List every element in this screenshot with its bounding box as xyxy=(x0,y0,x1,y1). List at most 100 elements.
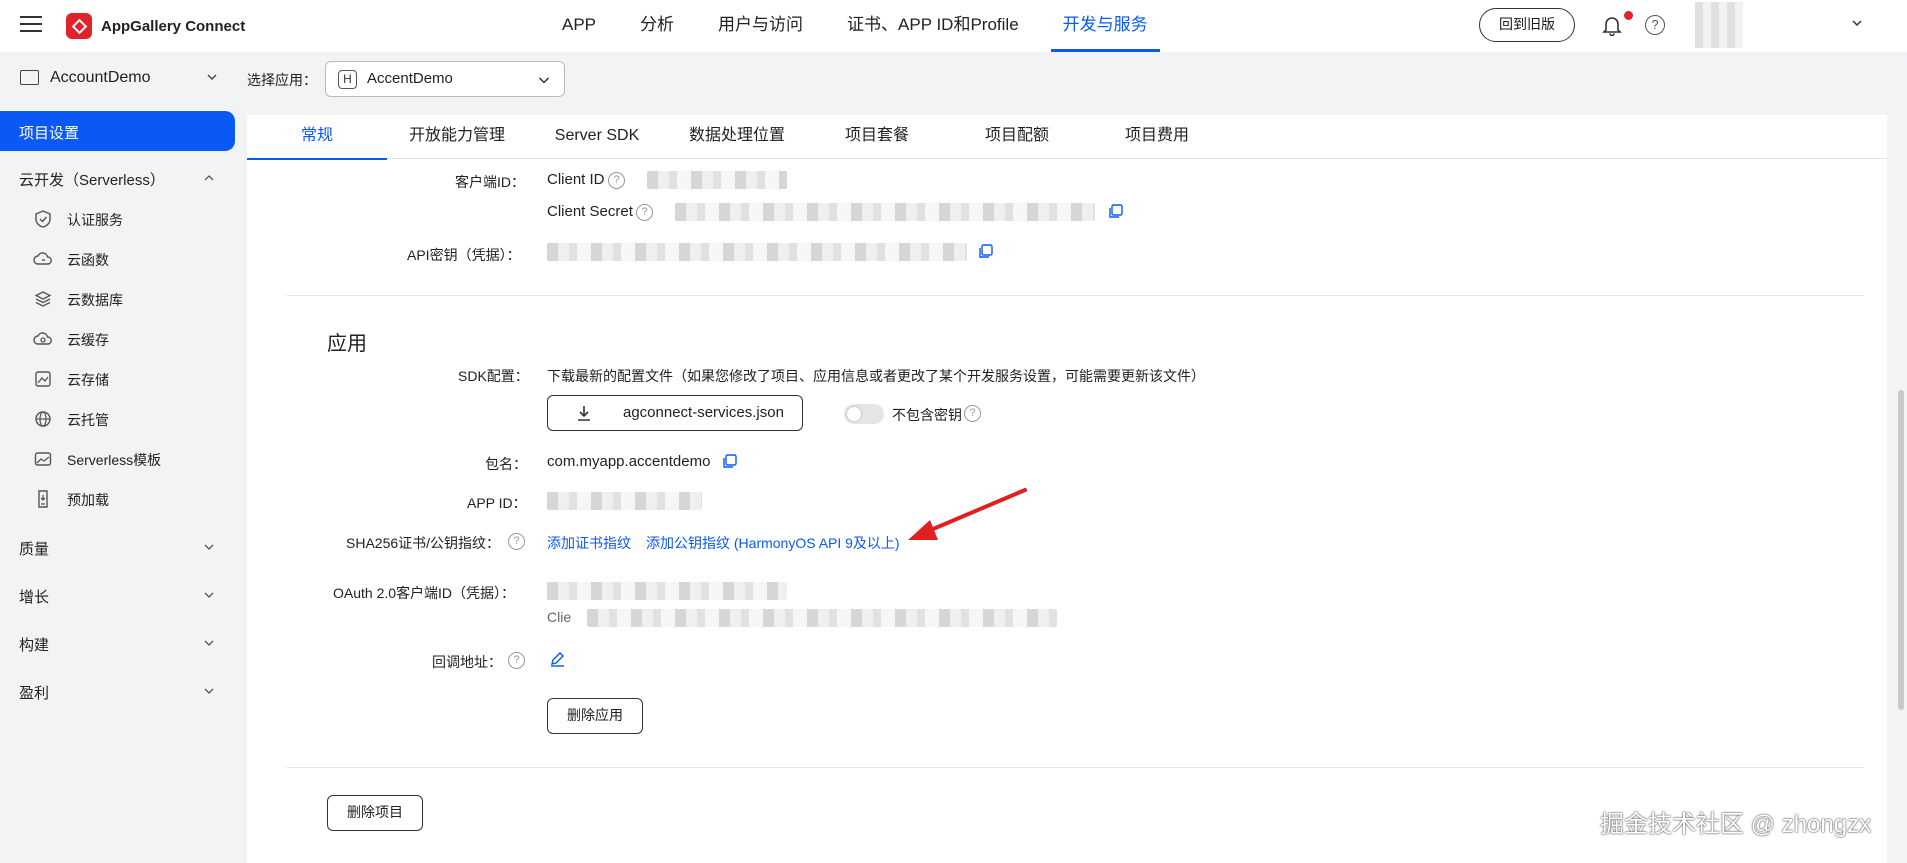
chevron-down-icon xyxy=(204,688,214,694)
harmony-app-icon: H xyxy=(338,70,357,89)
bell-icon[interactable] xyxy=(1601,14,1623,36)
sidebar-item-serverless-template[interactable]: Serverless模板 xyxy=(0,438,235,478)
oauth-client-id-label: OAuth 2.0客户端ID（凭据）： xyxy=(333,585,516,601)
add-cert-fingerprint-link[interactable]: 添加证书指纹 xyxy=(547,533,631,553)
download-config-button[interactable]: agconnect-services.json xyxy=(547,395,803,431)
sidebar-item-label: 云函数 xyxy=(67,252,109,268)
back-to-old-version-button[interactable]: 回到旧版 xyxy=(1479,8,1575,42)
chevron-down-icon xyxy=(207,74,217,80)
help-icon[interactable]: ? xyxy=(1645,15,1665,35)
project-selector[interactable]: AccountDemo xyxy=(0,52,235,104)
sidebar-group-serverless[interactable]: 云开发（Serverless） xyxy=(0,158,235,198)
cloud-function-icon xyxy=(33,252,52,265)
scrollbar[interactable] xyxy=(1898,390,1904,710)
sidebar-item-cloud-hosting[interactable]: 云托管 xyxy=(0,398,235,438)
chevron-down-icon xyxy=(204,640,214,646)
sidebar-group-quality[interactable]: 质量 xyxy=(0,527,235,567)
app-section-title: 应用 xyxy=(327,333,367,355)
sidebar-item-project-settings[interactable]: 项目设置 xyxy=(0,111,235,151)
copy-icon[interactable] xyxy=(721,453,738,470)
sidebar-group-label: 质量 xyxy=(19,541,50,558)
sidebar-item-label: Serverless模板 xyxy=(67,452,162,468)
shield-check-icon xyxy=(35,210,51,228)
help-icon[interactable]: ? xyxy=(636,204,653,221)
nav-dev-services[interactable]: 开发与服务 xyxy=(1041,0,1170,52)
tab-general[interactable]: 常规 xyxy=(247,115,387,160)
sidebar-item-auth[interactable]: 认证服务 xyxy=(0,198,235,238)
tab-quota[interactable]: 项目配额 xyxy=(947,115,1087,159)
app-id-value xyxy=(547,492,702,510)
sdk-config-description: 下载最新的配置文件（如果您修改了项目、应用信息或者更改了某个开发服务设置，可能需… xyxy=(547,368,1205,384)
sidebar-item-cloud-storage[interactable]: 云存储 xyxy=(0,358,235,398)
top-bar: AppGallery Connect APP 分析 用户与访问 证书、APP I… xyxy=(0,0,1907,52)
brand[interactable]: AppGallery Connect xyxy=(66,13,245,39)
menu-icon[interactable] xyxy=(20,16,42,34)
sidebar-item-preload[interactable]: 预加载 xyxy=(0,478,235,518)
sidebar-item-cloud-functions[interactable]: 云函数 xyxy=(0,238,235,278)
oauth-client-secret-value xyxy=(587,609,1057,627)
chevron-up-icon xyxy=(204,175,214,181)
delete-project-button[interactable]: 删除项目 xyxy=(327,795,423,831)
storage-icon xyxy=(35,371,51,387)
nav-users-access[interactable]: 用户与访问 xyxy=(696,0,825,52)
help-icon[interactable]: ? xyxy=(608,172,625,189)
edit-icon[interactable] xyxy=(549,650,566,667)
copy-icon[interactable] xyxy=(977,243,994,260)
api-key-value xyxy=(547,243,967,261)
nav-app[interactable]: APP xyxy=(540,0,618,52)
tab-plan[interactable]: 项目套餐 xyxy=(807,115,947,159)
preload-icon xyxy=(38,490,48,508)
tab-capabilities[interactable]: 开放能力管理 xyxy=(387,115,527,159)
delete-app-button[interactable]: 删除应用 xyxy=(547,698,643,734)
watermark: 掘金技术社区 @ zhongzx xyxy=(1600,811,1872,838)
top-nav: APP 分析 用户与访问 证书、APP ID和Profile 开发与服务 xyxy=(540,0,1170,52)
help-icon[interactable]: ? xyxy=(964,405,981,422)
oauth-client-id-value xyxy=(547,582,787,600)
exclude-key-toggle[interactable] xyxy=(844,404,884,424)
project-name: AccountDemo xyxy=(50,69,151,86)
chevron-down-icon xyxy=(204,592,214,598)
sidebar-group-monetize[interactable]: 盈利 xyxy=(0,671,235,711)
divider xyxy=(287,295,1864,296)
sidebar-group-build[interactable]: 构建 xyxy=(0,623,235,663)
avatar[interactable] xyxy=(1695,2,1743,48)
chevron-down-icon xyxy=(538,77,550,84)
chevron-down-icon[interactable] xyxy=(1851,17,1863,29)
copy-icon[interactable] xyxy=(1107,203,1124,220)
select-app-label: 选择应用： xyxy=(247,72,317,88)
add-pubkey-fingerprint-link[interactable]: 添加公钥指纹 (HarmonyOS API 9及以上) xyxy=(646,533,900,553)
sdk-config-label: SDK配置： xyxy=(458,368,529,384)
tab-server-sdk[interactable]: Server SDK xyxy=(527,115,667,159)
globe-icon xyxy=(35,411,51,427)
sidebar-item-label: 认证服务 xyxy=(67,212,123,228)
help-icon[interactable]: ? xyxy=(508,652,525,669)
folder-icon xyxy=(20,70,39,85)
app-select-value: AccentDemo xyxy=(367,70,453,87)
callback-address-label: 回调地址： xyxy=(432,654,502,670)
client-id-key: Client ID xyxy=(547,171,605,188)
nav-analytics[interactable]: 分析 xyxy=(618,0,696,52)
tab-data-location[interactable]: 数据处理位置 xyxy=(667,115,807,159)
help-icon[interactable]: ? xyxy=(508,533,525,550)
sidebar-item-label: 预加载 xyxy=(67,492,109,508)
nav-certificates[interactable]: 证书、APP ID和Profile xyxy=(825,0,1041,52)
divider xyxy=(287,767,1864,768)
api-key-label: API密钥（凭据）： xyxy=(407,247,521,263)
app-select[interactable]: H AccentDemo xyxy=(325,61,565,97)
exclude-key-label: 不包含密钥 xyxy=(892,407,962,423)
client-id-value xyxy=(647,171,787,189)
sidebar-item-label: 云存储 xyxy=(67,372,109,388)
tab-fees[interactable]: 项目费用 xyxy=(1087,115,1227,159)
database-icon xyxy=(34,291,52,307)
tab-bar: 常规 开放能力管理 Server SDK 数据处理位置 项目套餐 项目配额 项目… xyxy=(247,115,1887,160)
client-secret-value xyxy=(675,203,1095,221)
sidebar-item-label: 云托管 xyxy=(67,412,109,428)
sidebar-group-growth[interactable]: 增长 xyxy=(0,575,235,615)
sidebar-item-label: 云数据库 xyxy=(67,292,123,308)
sidebar-item-label: 项目设置 xyxy=(19,125,80,142)
sidebar-group-label: 增长 xyxy=(19,589,50,606)
sidebar-item-cloud-cache[interactable]: 云缓存 xyxy=(0,318,235,358)
main-content: 常规 开放能力管理 Server SDK 数据处理位置 项目套餐 项目配额 项目… xyxy=(247,115,1887,863)
sidebar-item-cloud-db[interactable]: 云数据库 xyxy=(0,278,235,318)
template-icon xyxy=(34,452,52,466)
